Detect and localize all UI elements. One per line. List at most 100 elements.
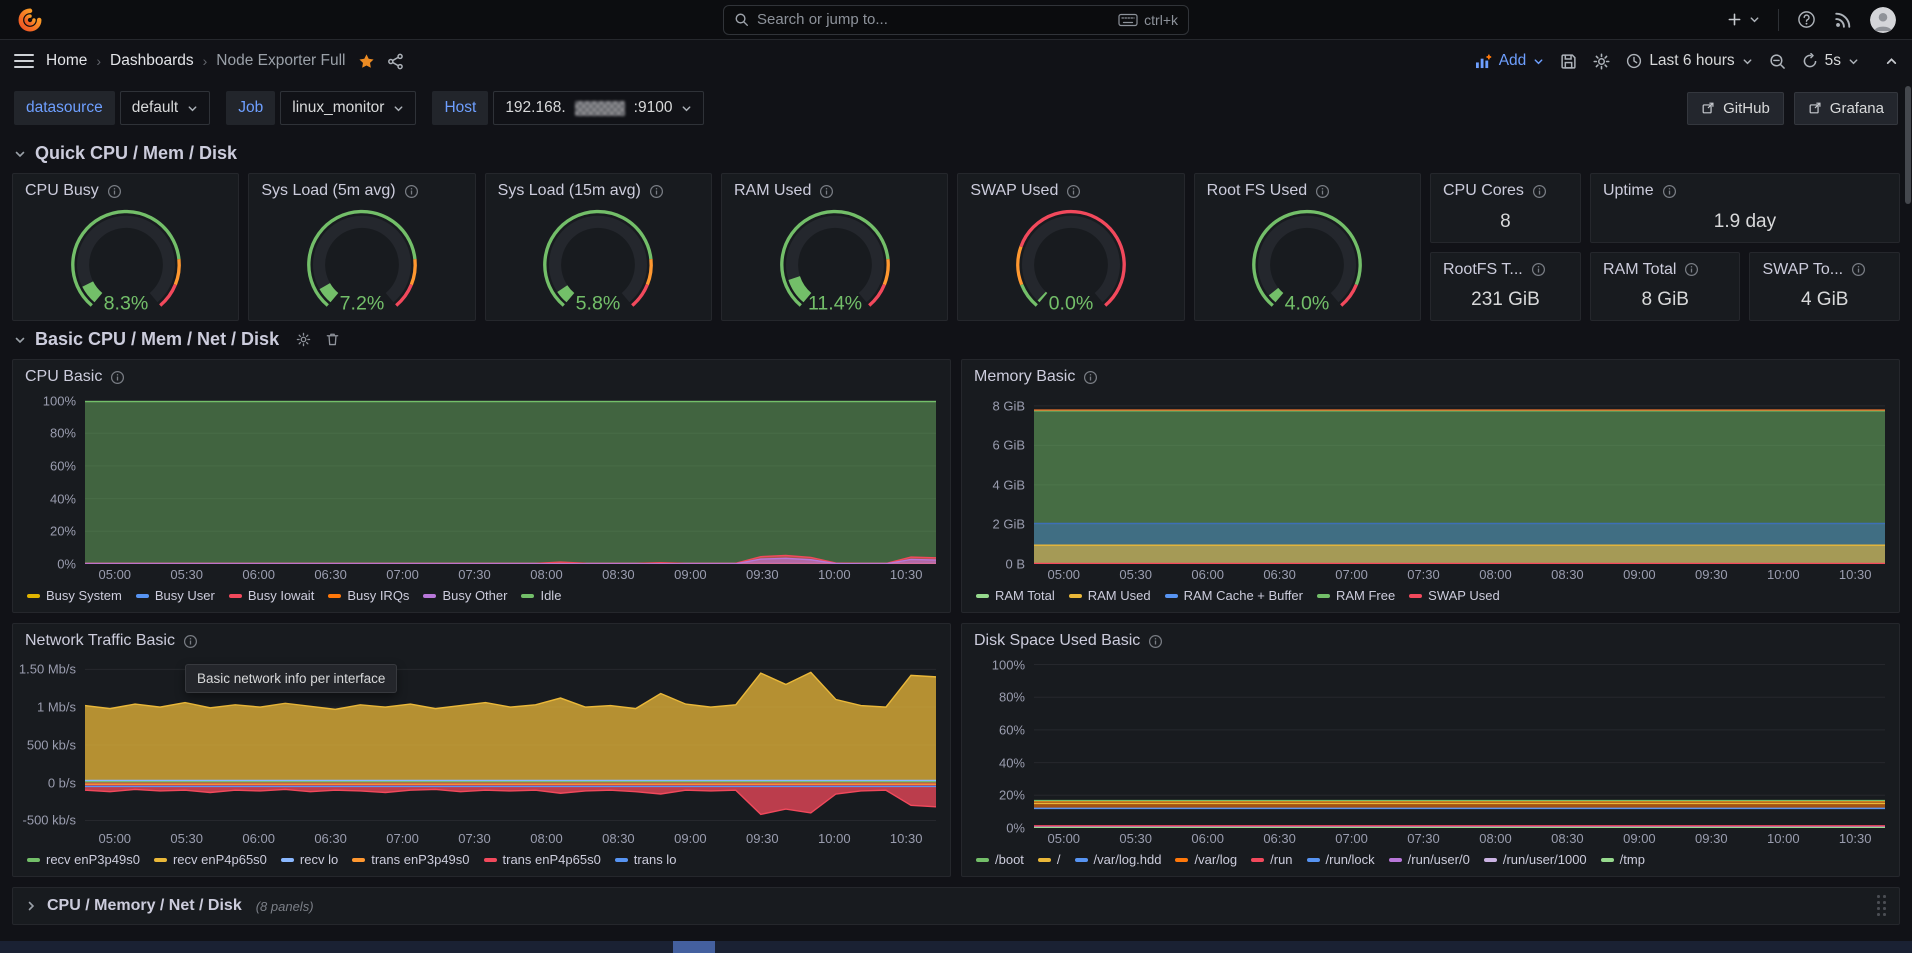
info-icon[interactable] (183, 634, 198, 649)
favorite-star-icon[interactable] (358, 53, 375, 70)
github-link-button[interactable]: GitHub (1687, 92, 1784, 125)
legend-item[interactable]: recv lo (281, 852, 338, 867)
breadcrumb-current: Node Exporter Full (216, 52, 345, 70)
panel-title[interactable]: RootFS T... (1443, 261, 1523, 279)
job-select[interactable]: linux_monitor (280, 91, 416, 125)
time-range-picker[interactable]: Last 6 hours (1626, 52, 1752, 70)
grafana-logo[interactable] (16, 6, 44, 34)
breadcrumb-home[interactable]: Home (46, 52, 87, 70)
legend-item[interactable]: RAM Total (976, 588, 1055, 603)
legend-item[interactable]: trans lo (615, 852, 677, 867)
breadcrumb-dashboards[interactable]: Dashboards (110, 52, 194, 70)
panel-title[interactable]: Disk Space Used Basic (974, 632, 1140, 650)
new-button[interactable] (1727, 12, 1760, 27)
legend-item[interactable]: RAM Free (1317, 588, 1395, 603)
legend-item[interactable]: trans enP4p65s0 (484, 852, 601, 867)
legend-item[interactable]: /run/user/1000 (1484, 852, 1587, 867)
x-axis-label: 09:00 (1623, 567, 1656, 582)
settings-gear-icon[interactable] (1593, 53, 1610, 70)
legend-item[interactable]: Busy System (27, 588, 122, 603)
y-axis-label: 40% (50, 491, 76, 506)
panel-title[interactable]: Network Traffic Basic (25, 632, 175, 650)
panel-title[interactable]: RAM Total (1603, 261, 1677, 279)
legend-item[interactable]: Idle (521, 588, 561, 603)
legend-item[interactable]: /var/log.hdd (1075, 852, 1162, 867)
grafana-link-button[interactable]: Grafana (1794, 92, 1898, 125)
menu-toggle-icon[interactable] (14, 54, 34, 68)
panel-title[interactable]: CPU Basic (25, 368, 102, 386)
panel-title[interactable]: CPU Cores (1443, 182, 1524, 200)
panel-title[interactable]: RAM Used (734, 182, 811, 200)
chart-body: 0%20%40%60%80%100% (13, 388, 950, 564)
panel-title[interactable]: Sys Load (5m avg) (261, 182, 395, 200)
panel-title[interactable]: CPU Busy (25, 182, 99, 200)
collapsed-row-title: CPU / Memory / Net / Disk (47, 897, 242, 915)
refresh-control[interactable]: 5s (1802, 52, 1859, 70)
legend-item[interactable]: RAM Cache + Buffer (1165, 588, 1303, 603)
datasource-select[interactable]: default (120, 91, 211, 125)
legend-item[interactable]: /boot (976, 852, 1024, 867)
panel-title[interactable]: Memory Basic (974, 368, 1075, 386)
search-input[interactable] (757, 11, 1110, 28)
info-icon[interactable] (1531, 262, 1546, 277)
user-avatar[interactable] (1870, 7, 1896, 33)
info-icon[interactable] (1662, 184, 1677, 199)
add-panel-button[interactable]: Add (1475, 52, 1545, 70)
panel-title[interactable]: SWAP Used (970, 182, 1058, 200)
info-icon[interactable] (1851, 262, 1866, 277)
legend-item[interactable]: Busy IRQs (328, 588, 409, 603)
legend-item[interactable]: trans enP3p49s0 (352, 852, 469, 867)
zoom-out-icon[interactable] (1769, 53, 1786, 70)
info-icon[interactable] (1684, 262, 1699, 277)
search-bar[interactable]: ctrl+k (723, 5, 1189, 35)
legend-item[interactable]: RAM Used (1069, 588, 1151, 603)
panel-title[interactable]: SWAP To... (1762, 261, 1843, 279)
panel-title[interactable]: Sys Load (15m avg) (498, 182, 641, 200)
legend-label: Busy Iowait (248, 588, 314, 603)
legend-item[interactable]: /run/lock (1307, 852, 1375, 867)
info-icon[interactable] (110, 370, 125, 385)
info-icon[interactable] (1066, 184, 1081, 199)
news-rss-icon[interactable] (1834, 11, 1852, 29)
row-settings-gear-icon[interactable] (296, 332, 311, 347)
info-icon[interactable] (1148, 634, 1163, 649)
scrollbar-thumb[interactable] (1905, 86, 1911, 204)
top-navigation: ctrl+k (0, 0, 1912, 40)
info-icon[interactable] (107, 184, 122, 199)
legend-item[interactable]: recv enP3p49s0 (27, 852, 140, 867)
info-icon[interactable] (1532, 184, 1547, 199)
legend-item[interactable]: /tmp (1601, 852, 1645, 867)
datasource-label: datasource (14, 91, 115, 125)
info-icon[interactable] (649, 184, 664, 199)
row-drag-handle[interactable] (1877, 895, 1887, 917)
panel-title[interactable]: Uptime (1603, 182, 1654, 200)
info-icon[interactable] (819, 184, 834, 199)
row-basic-cpu-mem-net-disk[interactable]: Basic CPU / Mem / Net / Disk (0, 321, 1912, 359)
legend-item[interactable]: /run/user/0 (1389, 852, 1470, 867)
help-icon[interactable] (1797, 10, 1816, 29)
gauge-value: 7.2% (340, 293, 385, 315)
panel-title[interactable]: Root FS Used (1207, 182, 1307, 200)
legend-item[interactable]: Busy Other (423, 588, 507, 603)
share-icon[interactable] (387, 53, 404, 70)
gauge: 7.2% (249, 202, 474, 320)
legend-item[interactable]: /var/log (1175, 852, 1237, 867)
info-icon[interactable] (1315, 184, 1330, 199)
legend-item[interactable]: Busy User (136, 588, 215, 603)
host-select[interactable]: 192.168.:9100 (493, 91, 704, 125)
legend-label: /run/user/1000 (1503, 852, 1587, 867)
row-delete-trash-icon[interactable] (325, 332, 340, 347)
row-cpu-memory-net-disk-collapsed[interactable]: CPU / Memory / Net / Disk (8 panels) (12, 887, 1900, 925)
legend-item[interactable]: / (1038, 852, 1061, 867)
collapse-toolbar-chevron-icon[interactable] (1885, 55, 1898, 68)
info-icon[interactable] (404, 184, 419, 199)
row-quick-cpu-mem-disk[interactable]: Quick CPU / Mem / Disk (0, 135, 1912, 173)
legend-swatch (229, 594, 242, 598)
legend-item[interactable]: recv enP4p65s0 (154, 852, 267, 867)
chart-legend: Busy System Busy User Busy Iowait Busy IRQs… (13, 586, 950, 612)
legend-item[interactable]: Busy Iowait (229, 588, 314, 603)
legend-item[interactable]: SWAP Used (1409, 588, 1500, 603)
save-icon[interactable] (1560, 53, 1577, 70)
info-icon[interactable] (1083, 370, 1098, 385)
legend-item[interactable]: /run (1251, 852, 1292, 867)
